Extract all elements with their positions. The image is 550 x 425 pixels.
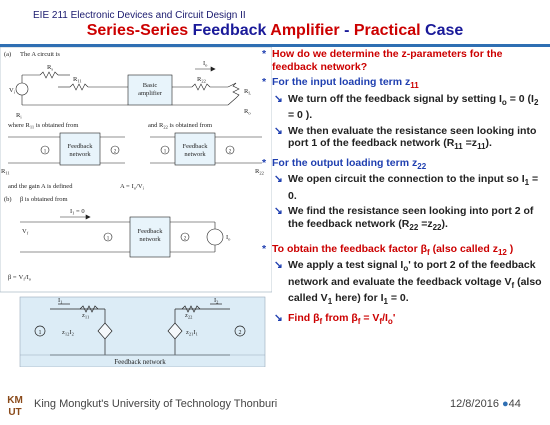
bullet-input-loading: * For the input loading term z11	[262, 76, 419, 91]
arrow-bullet-icon: ↘	[274, 205, 283, 218]
title-amplifier: Amplifier	[270, 22, 340, 39]
page-dot-icon: ●	[502, 398, 509, 410]
star-bullet-icon: *	[262, 76, 267, 88]
bullet-output-loading: * For the output loading term z22	[262, 156, 427, 171]
arrow-bullet-icon: ↘	[274, 124, 283, 137]
title-dash: -	[344, 22, 350, 39]
z-network-label: Feedback network	[114, 358, 166, 366]
bullet-feedback-factor: * To obtain the feedback factor βf (also…	[262, 242, 514, 257]
star-bullet-icon: *	[262, 48, 267, 60]
circuit-diagram: (a) The A circuit is Vi Rs R11 Basic amp…	[0, 47, 272, 367]
sub-input-2: ↘ We then evaluate the resistance seen l…	[274, 124, 537, 152]
title-practical: Practical	[353, 22, 421, 39]
label-a-text: The A circuit is	[20, 51, 60, 58]
arrow-bullet-icon: ↘	[274, 92, 283, 105]
arrow-bullet-icon: ↘	[274, 173, 283, 186]
star-bullet-icon: *	[262, 242, 267, 255]
svg-text:KM: KM	[7, 395, 23, 406]
slide-date-page: 12/8/2016 ●44	[450, 398, 521, 410]
r11-note: where R11 is obtained from	[8, 122, 78, 130]
label-b-text: β is obtained from	[20, 196, 68, 203]
kmutt-logo: KM UT	[7, 395, 23, 418]
basic-amplifier-label2: amplifier	[138, 90, 163, 97]
star-bullet-icon: *	[262, 156, 267, 169]
bullet-question: * How do we determine the z-parameters f…	[262, 48, 503, 73]
sub-output-1: ↘ We open circuit the connection to the …	[274, 173, 539, 202]
title-feedback: Feedback	[192, 22, 267, 39]
basic-amplifier-label: Basic	[143, 82, 158, 89]
svg-text:UT: UT	[8, 407, 21, 418]
university-name: King Mongkut's University of Technology …	[34, 398, 278, 410]
sub-input-1: ↘ We turn off the feedback signal by set…	[274, 92, 539, 122]
sub-output-2: ↘ We find the resistance seen looking in…	[274, 205, 534, 233]
feedback-net-label2b: network	[184, 151, 206, 158]
gain-note: and the gain A is defined	[8, 183, 73, 190]
feedback-net-label1: Feedback	[68, 143, 94, 150]
z-parameter-network: 1 2 z11 z22 z12I2 z21I1 I1 I2 Feedback n…	[19, 296, 266, 367]
port1-z: 1	[39, 330, 42, 336]
page-number: 44	[508, 398, 521, 410]
arrow-bullet-icon: ↘	[274, 259, 283, 272]
port2-z: 2	[239, 330, 242, 336]
feedback-net-label3: Feedback	[138, 228, 164, 235]
feedback-net-label2: Feedback	[183, 143, 209, 150]
course-header: EIE 211 Electronic Devices and Circuit D…	[33, 10, 246, 21]
bullet-list: * How do we determine the z-parameters f…	[262, 48, 547, 329]
gain-eq: A = Io/Vi	[120, 183, 145, 191]
title-case: Case	[425, 22, 464, 39]
slide-date: 12/8/2016	[450, 398, 499, 410]
feedback-net-label3b: network	[139, 236, 161, 243]
feedback-net-label1b: network	[69, 151, 91, 158]
sub-beta-1: ↘ We apply a test signal Io' to port 2 o…	[274, 259, 542, 307]
slide-title: Series-Series Feedback Amplifier - Pract…	[0, 22, 550, 40]
sub-beta-2: ↘ Find βf from βf = Vf/Io'	[274, 311, 396, 327]
arrow-bullet-icon: ↘	[274, 311, 283, 324]
label-b: (b)	[4, 196, 12, 203]
beta-eq: β = Vf/Io	[8, 274, 32, 282]
label-a: (a)	[4, 51, 11, 58]
r22-note: and R22 is obtained from	[148, 122, 212, 130]
title-series-series: Series-Series	[86, 22, 189, 39]
